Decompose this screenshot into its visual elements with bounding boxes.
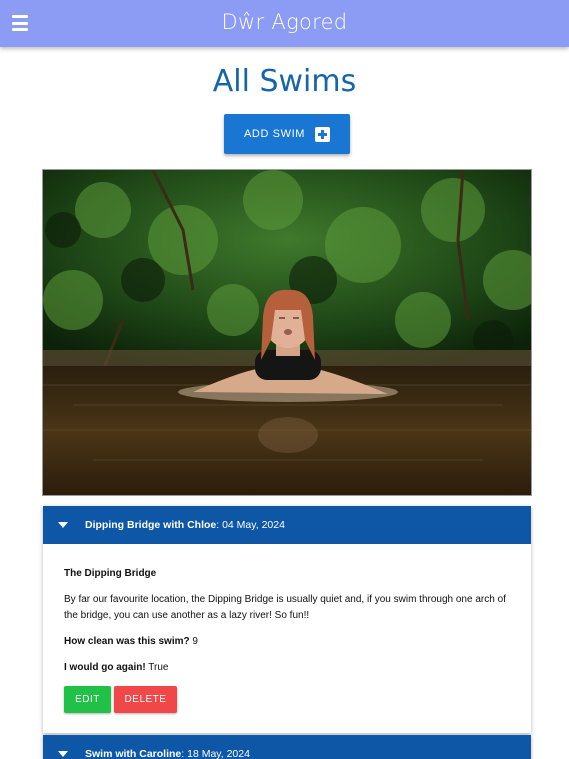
swim-title: Swim with Caroline <box>85 748 182 759</box>
swim-location: The Dipping Bridge <box>64 568 157 579</box>
plus-square-icon <box>315 126 331 142</box>
swim-card: Swim with Caroline : 18 May, 2024 <box>43 735 531 759</box>
edit-button[interactable]: EDIT <box>64 686 111 713</box>
clean-label: How clean was this swim? <box>64 636 190 647</box>
add-swim-button[interactable]: ADD SWIM <box>224 114 350 154</box>
delete-button[interactable]: DELETE <box>114 686 177 713</box>
caret-down-icon <box>58 522 68 528</box>
add-swim-label: ADD SWIM <box>243 128 306 140</box>
clean-value: 9 <box>189 636 198 647</box>
caret-down-icon <box>58 751 68 757</box>
again-label: I would go again! <box>64 662 146 673</box>
swim-card-header[interactable]: Dipping Bridge with Chloe : 04 May, 2024 <box>43 506 531 544</box>
brand-title[interactable]: Dŵr Agored <box>0 10 569 34</box>
swim-card-header[interactable]: Swim with Caroline : 18 May, 2024 <box>43 735 531 759</box>
swimmer-image <box>43 170 531 495</box>
swim-go-again: I would go again! True <box>64 660 510 676</box>
swim-cleanliness: How clean was this swim? 9 <box>64 634 510 650</box>
swim-description: By far our favourite location, the Dippi… <box>64 594 506 621</box>
swim-date: : 04 May, 2024 <box>216 519 285 531</box>
page-title: All Swims <box>212 64 357 99</box>
swim-photo <box>42 169 532 496</box>
top-navbar: Dŵr Agored <box>0 0 569 47</box>
swim-card: Dipping Bridge with Chloe : 04 May, 2024… <box>43 506 531 733</box>
swim-date: : 18 May, 2024 <box>181 748 250 759</box>
swim-title: Dipping Bridge with Chloe <box>85 519 217 531</box>
again-value: True <box>145 662 169 673</box>
swim-actions: EDIT DELETE <box>64 686 510 713</box>
swim-card-body: The Dipping Bridge By far our favourite … <box>43 544 531 733</box>
